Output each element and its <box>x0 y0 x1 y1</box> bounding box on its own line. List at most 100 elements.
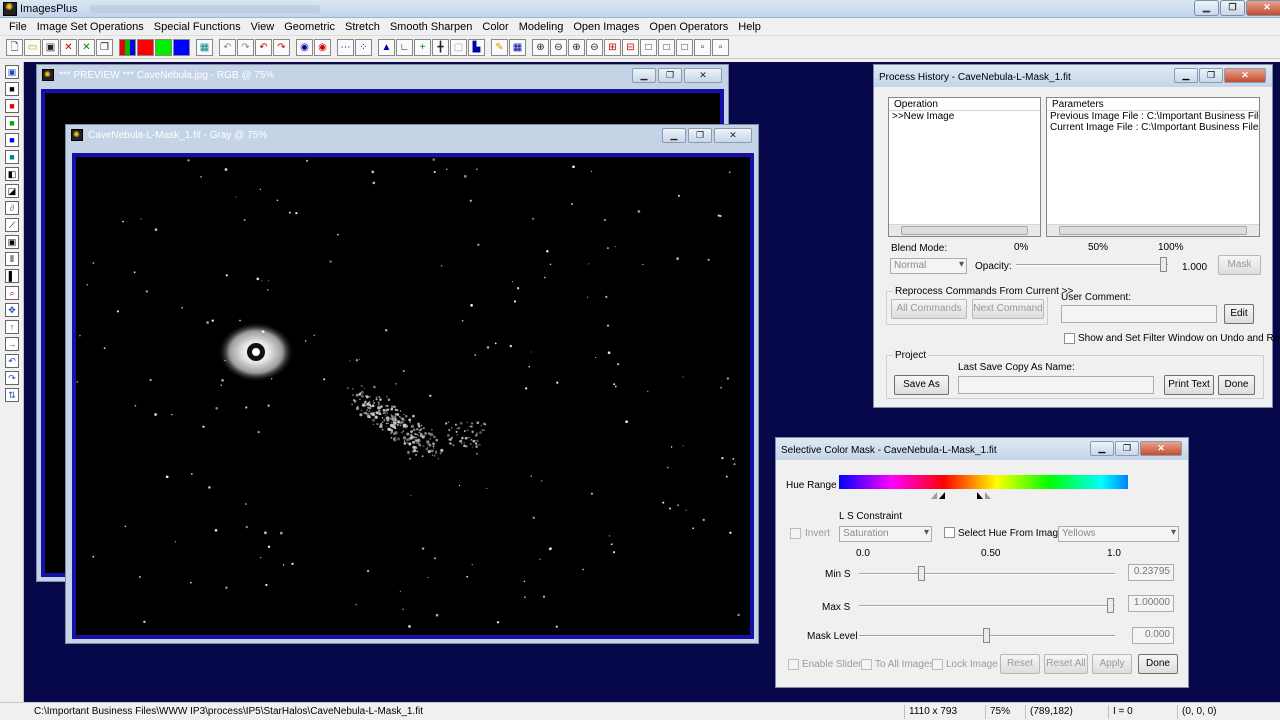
hue-range-markers[interactable] <box>931 490 1001 500</box>
menu-image-set-operations[interactable]: Image Set Operations <box>32 21 149 33</box>
brush-icon[interactable]: ⟋ <box>5 218 19 232</box>
close-all-icon[interactable]: ✕ <box>78 39 95 56</box>
stack-icon[interactable]: ◪ <box>5 184 19 198</box>
save-icon[interactable]: ▣ <box>42 39 59 56</box>
ph-restore-button[interactable]: ❐ <box>1199 68 1223 83</box>
undo-all-icon[interactable]: ↶ <box>255 39 272 56</box>
opacity-slider-thumb[interactable] <box>1160 257 1167 272</box>
menu-file[interactable]: File <box>4 21 32 33</box>
select-region-icon[interactable]: ▢ <box>450 39 467 56</box>
cyan-square-icon[interactable]: ■ <box>5 150 19 164</box>
mask-level-value[interactable]: 0.000 <box>1132 627 1174 644</box>
add-icon[interactable]: + <box>414 39 431 56</box>
select-hue-checkbox[interactable] <box>944 527 955 538</box>
lasso-icon[interactable]: ∂ <box>5 201 19 215</box>
hue-spectrum-bar[interactable] <box>839 475 1128 489</box>
next-command-button[interactable]: Next Command <box>972 299 1044 319</box>
last-save-input[interactable] <box>958 376 1154 394</box>
frame-4-icon[interactable]: ▫ <box>694 39 711 56</box>
enable-sliders-checkbox[interactable] <box>788 659 799 670</box>
rotate-right-icon[interactable]: ↷ <box>5 371 19 385</box>
print-text-button[interactable]: Print Text <box>1164 375 1214 395</box>
operation-list[interactable]: Operation >>New Image <box>888 97 1041 237</box>
min-s-value[interactable]: 0.23795 <box>1128 564 1174 581</box>
invert-checkbox[interactable] <box>790 528 801 539</box>
blend-mode-select[interactable]: Normal <box>890 258 967 274</box>
redo-icon[interactable]: ↷ <box>237 39 254 56</box>
black-square-icon[interactable]: ■ <box>5 82 19 96</box>
menu-special-functions[interactable]: Special Functions <box>149 21 246 33</box>
rotate-left-icon[interactable]: ↶ <box>5 354 19 368</box>
zoom-fit-icon[interactable]: ⊕ <box>568 39 585 56</box>
blue-channel-icon[interactable] <box>173 39 190 56</box>
menu-help[interactable]: Help <box>733 21 766 33</box>
arrow-right-icon[interactable]: → <box>5 337 19 351</box>
axes-icon[interactable]: ∟ <box>396 39 413 56</box>
scm-done-button[interactable]: Done <box>1138 654 1178 674</box>
new-file-icon[interactable]: 🗋 <box>6 39 23 56</box>
flip-icon[interactable]: ⇅ <box>5 388 19 402</box>
menu-geometric[interactable]: Geometric <box>279 21 340 33</box>
zoom-tool-icon[interactable]: ⌕ <box>5 286 19 300</box>
min-s-slider-thumb[interactable] <box>918 566 925 581</box>
record-blue-icon[interactable]: ◉ <box>296 39 313 56</box>
green-square-icon[interactable]: ■ <box>5 116 19 130</box>
edit-button[interactable]: Edit <box>1224 304 1254 324</box>
add-frame-icon[interactable]: ⊞ <box>604 39 621 56</box>
close-button[interactable]: ✕ <box>1246 0 1280 16</box>
max-s-slider[interactable] <box>859 592 1115 616</box>
frame-5-icon[interactable]: ▫ <box>712 39 729 56</box>
scm-minimize-button[interactable]: ▁ <box>1090 441 1114 456</box>
scm-close-button[interactable]: ✕ <box>1140 441 1182 456</box>
all-commands-button[interactable]: All Commands <box>891 299 967 319</box>
pencil-icon[interactable]: ✎ <box>491 39 508 56</box>
lock-image-checkbox[interactable] <box>932 659 943 670</box>
ph-close-button[interactable]: ✕ <box>1224 68 1266 83</box>
remove-frame-icon[interactable]: ⊟ <box>622 39 639 56</box>
arrow-up-icon[interactable]: ↑ <box>5 320 19 334</box>
frame-select-icon[interactable]: ▣ <box>5 235 19 249</box>
to-all-images-checkbox[interactable] <box>861 659 872 670</box>
menu-open-images[interactable]: Open Images <box>568 21 644 33</box>
reset-button[interactable]: Reset <box>1000 654 1040 674</box>
opacity-slider[interactable] <box>1016 253 1168 279</box>
histogram-icon[interactable]: ▲ <box>378 39 395 56</box>
menu-view[interactable]: View <box>246 21 280 33</box>
ph-minimize-button[interactable]: ▁ <box>1174 68 1198 83</box>
hue-preset-select[interactable]: Yellows <box>1058 526 1179 542</box>
open-folder-icon[interactable]: ▭ <box>24 39 41 56</box>
list-item[interactable]: Current Image File : C:\Important Busine… <box>1047 122 1259 133</box>
gradient-icon[interactable]: ▌ <box>5 269 19 283</box>
menu-modeling[interactable]: Modeling <box>514 21 569 33</box>
mask-canvas[interactable] <box>72 153 754 639</box>
menu-smooth-sharpen[interactable]: Smooth Sharpen <box>385 21 478 33</box>
mask-minimize-button[interactable]: ▁ <box>662 128 686 143</box>
mask-button[interactable]: Mask <box>1218 255 1261 275</box>
move-icon[interactable]: ✥ <box>5 303 19 317</box>
crosshair-icon[interactable]: ╋ <box>432 39 449 56</box>
save-tool-icon[interactable]: ▣ <box>5 65 19 79</box>
preview-close-button[interactable]: ✕ <box>684 68 722 83</box>
bars-icon[interactable]: ⦀ <box>5 252 19 266</box>
mask-restore-button[interactable]: ❐ <box>688 128 712 143</box>
menu-stretch[interactable]: Stretch <box>340 21 385 33</box>
apply-button[interactable]: Apply <box>1092 654 1132 674</box>
red-channel-icon[interactable] <box>137 39 154 56</box>
contrast-icon[interactable]: ◧ <box>5 167 19 181</box>
zoom-in-icon[interactable]: ⊕ <box>532 39 549 56</box>
ph-done-button[interactable]: Done <box>1218 375 1255 395</box>
min-s-slider[interactable] <box>859 560 1115 584</box>
max-s-value[interactable]: 1.00000 <box>1128 595 1174 612</box>
mask-level-slider-thumb[interactable] <box>983 628 990 643</box>
user-comment-input[interactable] <box>1061 305 1217 323</box>
redo-all-icon[interactable]: ↷ <box>273 39 290 56</box>
preview-minimize-button[interactable]: ▁ <box>632 68 656 83</box>
menu-open-operators[interactable]: Open Operators <box>644 21 733 33</box>
list-item[interactable]: >>New Image <box>889 111 1040 122</box>
undo-icon[interactable]: ↶ <box>219 39 236 56</box>
frame-1-icon[interactable]: □ <box>640 39 657 56</box>
parameters-scrollbar[interactable] <box>1047 224 1259 236</box>
frame-3-icon[interactable]: □ <box>676 39 693 56</box>
mask-level-slider[interactable] <box>859 622 1115 646</box>
close-image-icon[interactable]: ✕ <box>60 39 77 56</box>
